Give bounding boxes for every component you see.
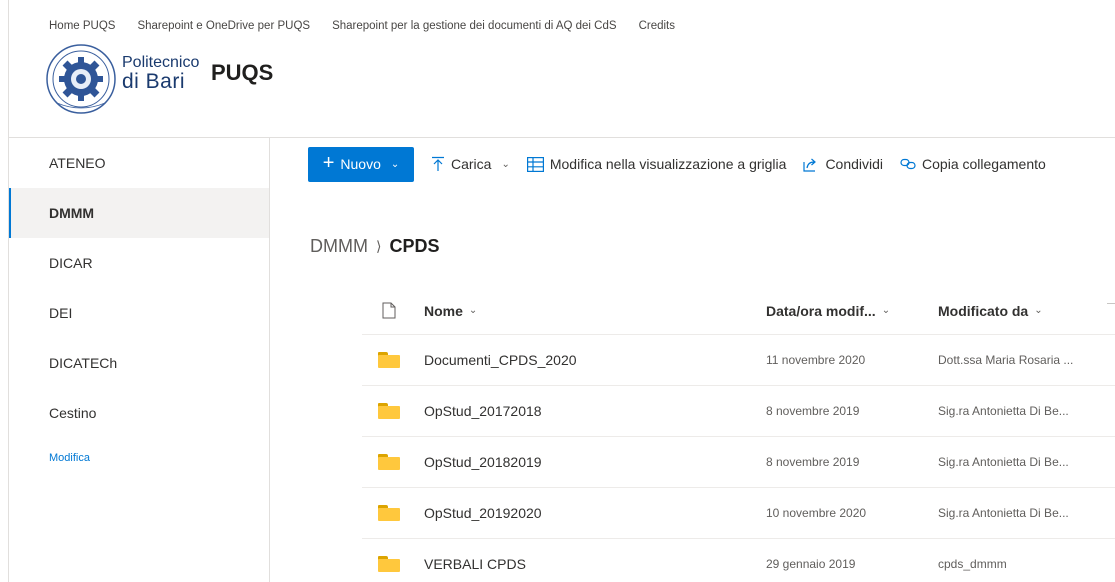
list-header: Nome ⌄ Data/ora modif... ⌄ Modificato da… [362,287,1115,335]
modified-header-label: Data/ora modif... [766,302,876,319]
sidebar-item-label: DICATECh [49,355,118,371]
modified-column-header[interactable]: Data/ora modif... ⌄ [766,303,938,319]
sidebar-item-ateneo[interactable]: ATENEO [9,138,269,188]
share-icon [803,157,819,172]
item-modified-by: Sig.ra Antonietta Di Be... [938,404,1069,418]
topnav-credits[interactable]: Credits [639,20,675,32]
sidebar-item-label: DMMM [49,205,95,221]
logo-line-2: di Bari [122,70,186,93]
document-icon [382,302,396,319]
chevron-down-icon: ⌄ [501,158,510,170]
folder-icon [362,505,424,521]
breadcrumb-parent[interactable]: DMMM [310,236,368,257]
item-modified: 29 gennaio 2019 [766,557,856,571]
item-modified: 8 novembre 2019 [766,404,860,418]
item-modified-by: Sig.ra Antonietta Di Be... [938,506,1069,520]
file-type-column-header[interactable] [362,302,424,319]
copy-link-button[interactable]: Copia collegamento [900,156,1046,172]
modified-by-header-label: Modificato da [938,302,1029,319]
item-name[interactable]: OpStud_20182019 [424,454,542,470]
list-item[interactable]: VERBALI CPDS 29 gennaio 2019 cpds_dmmm [362,539,1115,582]
quick-launch-sidebar: ATENEO DMMM DICAR DEI DICATECh Cestino M… [9,138,270,582]
chevron-down-icon: ⌄ [881,305,891,316]
modified-by-column-header[interactable]: Modificato da ⌄ [938,303,1108,319]
topnav-sharepoint-aq[interactable]: Sharepoint per la gestione dei documenti… [332,20,617,32]
chevron-down-icon: ⌄ [468,305,478,316]
name-header-label: Nome [424,302,463,319]
sidebar-item-dicar[interactable]: DICAR [9,238,269,288]
item-name[interactable]: VERBALI CPDS [424,556,526,572]
sidebar-item-label: DICAR [49,255,93,271]
item-modified-by: Dott.ssa Maria Rosaria ... [938,353,1074,367]
item-modified-by: Sig.ra Antonietta Di Be... [938,455,1069,469]
folder-icon [362,556,424,572]
grid-icon [526,156,544,172]
upload-button[interactable]: Carica ⌄ [431,156,510,172]
link-icon [900,158,916,170]
folder-icon [362,454,424,470]
list-item[interactable]: OpStud_20172018 8 novembre 2019 Sig.ra A… [362,386,1115,437]
sidebar-item-dmmm[interactable]: DMMM [9,188,269,238]
sidebar-item-cestino[interactable]: Cestino [9,388,269,438]
item-name[interactable]: Documenti_CPDS_2020 [424,352,577,368]
topnav-sharepoint-onedrive[interactable]: Sharepoint e OneDrive per PUQS [137,20,310,32]
share-label: Condividi [825,156,884,172]
list-item[interactable]: Documenti_CPDS_2020 11 novembre 2020 Dot… [362,335,1115,386]
plus-icon: + [322,152,335,174]
grid-view-label: Modifica nella visualizzazione a griglia [549,156,787,172]
folder-icon [362,403,424,419]
logo-wordmark: Politecnico di Bari [122,54,200,93]
list-item[interactable]: OpStud_20182019 8 novembre 2019 Sig.ra A… [362,437,1115,488]
document-library-list: Nome ⌄ Data/ora modif... ⌄ Modificato da… [362,287,1115,582]
item-name[interactable]: OpStud_20172018 [424,403,542,419]
chevron-down-icon: ⌄ [390,158,400,170]
sidebar-item-dei[interactable]: DEI [9,288,269,338]
top-navigation: Home PUQS Sharepoint e OneDrive per PUQS… [49,20,675,32]
topnav-home-puqs[interactable]: Home PUQS [49,20,115,32]
upload-arrow-icon [431,156,445,172]
name-column-header[interactable]: Nome ⌄ [424,303,766,319]
share-button[interactable]: Condividi [803,156,883,172]
item-modified: 11 novembre 2020 [766,353,866,367]
sidebar-item-label: DEI [49,305,73,321]
chevron-down-icon: ⌄ [1034,305,1043,316]
site-title[interactable]: PUQS [211,60,273,86]
item-modified-by: cpds_dmmm [938,557,1007,571]
upload-label: Carica [451,156,492,172]
command-bar: + Nuovo ⌄ Carica ⌄ Modifica nella visual… [271,138,1115,190]
breadcrumb-current: CPDS [389,236,440,256]
copy-link-label: Copia collegamento [922,156,1046,172]
sidebar-item-label: ATENEO [49,155,106,171]
chevron-right-icon: ⟩ [375,238,382,254]
item-modified: 10 novembre 2020 [766,506,867,520]
new-button[interactable]: + Nuovo ⌄ [308,146,414,182]
logo-line-1: Politecnico [122,54,200,71]
grid-view-edit-button[interactable]: Modifica nella visualizzazione a griglia [526,156,787,172]
item-modified: 8 novembre 2019 [766,455,860,469]
sidebar-item-label: Cestino [49,405,97,421]
folder-icon [362,352,424,368]
edit-navigation-link[interactable]: Modifica [9,452,269,464]
add-column-hint [1107,303,1115,304]
new-button-label: Nuovo [340,156,381,172]
item-name[interactable]: OpStud_20192020 [424,505,542,521]
poliba-seal-logo[interactable] [45,43,117,115]
sidebar-item-dicatech[interactable]: DICATECh [9,338,269,388]
breadcrumb: DMMM ⟩ CPDS [310,236,439,257]
list-item[interactable]: OpStud_20192020 10 novembre 2020 Sig.ra … [362,488,1115,539]
